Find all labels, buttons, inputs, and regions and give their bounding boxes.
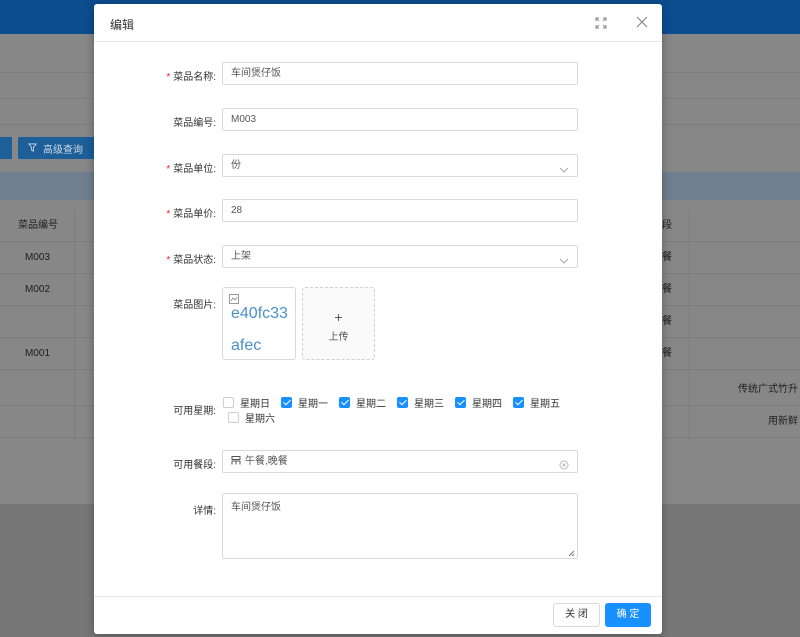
meal-periods-label: 可用餐段: — [173, 460, 216, 471]
edit-dialog: 编辑 * 菜品名称: 车间煲仔饭 菜品编号: M003 * 菜品单位: 份 * 菜品单… — [94, 4, 662, 634]
meal-periods-label-text: 可用餐段 — [173, 460, 214, 471]
dish-status-value: 上架 — [231, 251, 251, 262]
table-cell-desc: 用新鲜 — [768, 416, 798, 427]
weekday-checkbox-tuesday[interactable]: 星期二 — [339, 395, 386, 410]
table-cell-period: 餐 — [662, 348, 672, 359]
checkbox-checked — [397, 397, 408, 408]
upload-button[interactable]: + 上传 — [302, 287, 375, 360]
weekday-label: 星期一 — [298, 399, 328, 410]
required-mark: * — [166, 164, 171, 175]
clear-icon[interactable] — [559, 457, 569, 470]
close-button[interactable]: 关 闭 — [553, 603, 600, 627]
weekdays-label-text: 可用星期 — [173, 406, 214, 417]
grid-icon — [231, 452, 241, 465]
weekday-label: 星期六 — [245, 414, 275, 425]
details-value: 车间煲仔饭 — [231, 502, 281, 513]
weekday-label: 星期日 — [240, 399, 270, 410]
details-label: 详情: — [193, 506, 216, 517]
dish-name-label-text: 菜品名称 — [173, 72, 214, 83]
column-header-partial: 段 — [662, 220, 672, 231]
weekday-checkbox-wednesday[interactable]: 星期三 — [397, 395, 444, 410]
dish-code-input[interactable]: M003 — [222, 108, 578, 131]
column-header-dish-code: 菜品编号 — [18, 220, 58, 231]
required-mark: * — [166, 209, 171, 220]
weekday-checkbox-monday[interactable]: 星期一 — [281, 395, 328, 410]
advanced-search-button[interactable]: 高级查询 — [18, 137, 98, 159]
table-cell-code: M002 — [25, 284, 51, 295]
dish-unit-value: 份 — [231, 160, 241, 171]
weekday-checkbox-friday[interactable]: 星期五 — [513, 395, 560, 410]
table-cell-code: M001 — [25, 348, 51, 359]
weekday-checkbox-saturday[interactable]: 星期六 — [228, 410, 275, 425]
dish-status-select[interactable]: 上架 — [222, 245, 578, 268]
meal-periods-select[interactable]: 午餐,晚餐 — [222, 450, 578, 473]
image-alt-text: e40fc33afec — [231, 305, 288, 354]
plus-icon: + — [334, 309, 343, 325]
dish-image-label: 菜品图片: — [173, 300, 216, 311]
dish-code-label: 菜品编号: — [173, 118, 216, 129]
table-divider — [74, 210, 75, 440]
dish-unit-label-text: 菜品单位 — [173, 164, 214, 175]
dish-status-label: * 菜品状态: — [166, 255, 216, 266]
dish-unit-label: * 菜品单位: — [166, 164, 216, 175]
weekday-label: 星期五 — [530, 399, 560, 410]
resize-handle-icon[interactable] — [568, 549, 575, 557]
table-cell-period: 餐 — [662, 316, 672, 327]
weekday-checkbox-thursday[interactable]: 星期四 — [455, 395, 502, 410]
dish-code-label-text: 菜品编号 — [173, 118, 214, 129]
dialog-title: 编辑 — [110, 18, 135, 32]
dish-name-label: * 菜品名称: — [166, 72, 216, 83]
filter-icon — [28, 142, 37, 154]
upload-label: 上传 — [328, 332, 349, 343]
dish-status-label-text: 菜品状态 — [173, 255, 214, 266]
table-divider — [689, 210, 690, 440]
search-button[interactable] — [0, 137, 12, 159]
dish-unit-select[interactable]: 份 — [222, 154, 578, 177]
checkbox-checked — [455, 397, 466, 408]
maximize-icon[interactable] — [594, 16, 608, 30]
dish-price-label: * 菜品单价: — [166, 209, 216, 220]
table-cell-code: M003 — [25, 252, 51, 263]
chevron-down-icon — [559, 161, 569, 173]
checkbox-checked — [281, 397, 292, 408]
chevron-down-icon — [559, 252, 569, 264]
meal-periods-value: 午餐,晚餐 — [245, 456, 288, 467]
checkbox-box — [223, 397, 234, 408]
table-cell-desc: 传统广式竹升 — [738, 384, 798, 395]
confirm-button[interactable]: 确 定 — [605, 603, 651, 627]
table-cell-period: 餐 — [662, 284, 672, 295]
weekday-label: 星期四 — [472, 399, 502, 410]
weekday-label: 星期二 — [356, 399, 386, 410]
dish-name-input[interactable]: 车间煲仔饭 — [222, 62, 578, 85]
dish-price-input[interactable]: 28 — [222, 199, 578, 222]
details-textarea[interactable]: 车间煲仔饭 — [222, 493, 578, 559]
weekday-checkbox-sunday[interactable]: 星期日 — [223, 395, 270, 410]
weekday-label: 星期三 — [414, 399, 444, 410]
advanced-search-label: 高级查询 — [43, 144, 83, 156]
close-icon[interactable] — [634, 14, 650, 30]
dish-price-label-text: 菜品单价 — [173, 209, 214, 220]
weekdays-label: 可用星期: — [173, 406, 216, 417]
checkbox-checked — [339, 397, 350, 408]
checkbox-box — [228, 412, 239, 423]
required-mark: * — [166, 255, 171, 266]
dish-image-label-text: 菜品图片 — [173, 300, 214, 311]
dialog-header: 编辑 — [94, 4, 662, 42]
required-mark: * — [166, 72, 171, 83]
details-label-text: 详情 — [193, 506, 214, 517]
checkbox-checked — [513, 397, 524, 408]
dish-image-thumbnail[interactable]: e40fc33afec — [222, 287, 296, 360]
table-cell-period: 餐 — [662, 252, 672, 263]
